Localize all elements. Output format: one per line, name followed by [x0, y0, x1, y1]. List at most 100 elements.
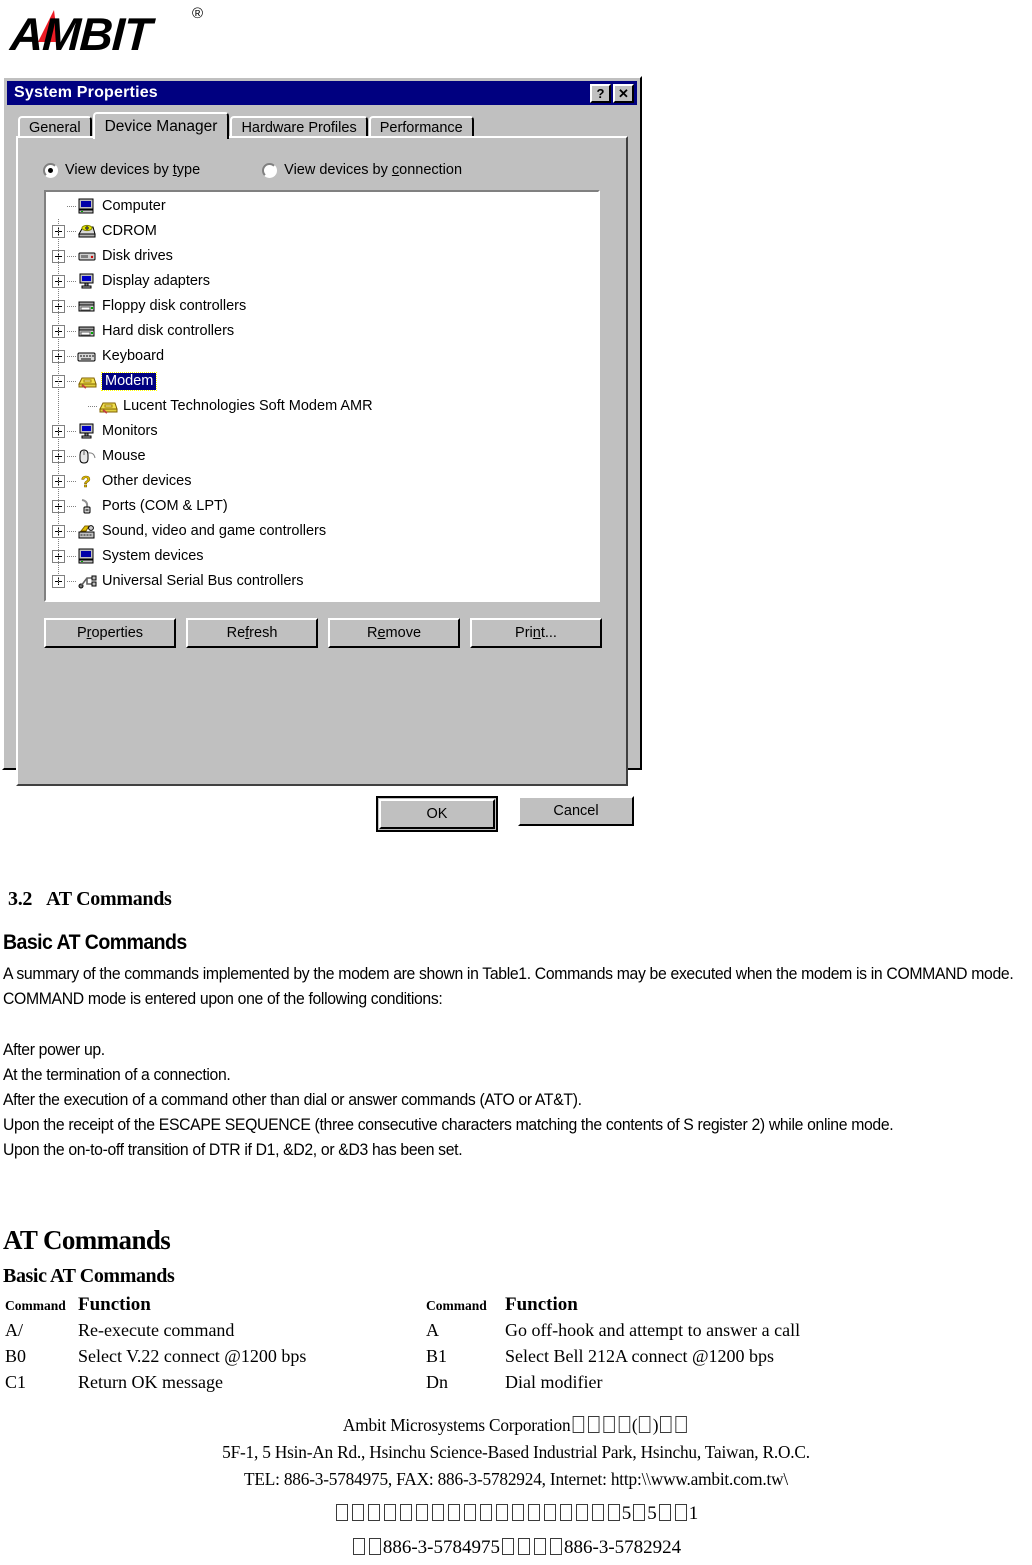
missing-glyph-box — [352, 1538, 365, 1555]
tree-connector — [67, 481, 77, 482]
tree-item-cdrom[interactable]: CDROM — [48, 219, 596, 244]
tree-item-hard-disk-controllers[interactable]: Hard disk controllers — [48, 319, 596, 344]
device-manager-panel: View devices by type View devices by con… — [16, 136, 628, 786]
tree-item-display-adapters[interactable]: Display adapters — [48, 269, 596, 294]
missing-glyph-box — [511, 1504, 524, 1521]
tree-connector — [67, 356, 77, 357]
missing-glyph-box — [572, 1416, 584, 1433]
missing-glyph-box — [368, 1538, 381, 1555]
tree-item-mouse[interactable]: Mouse — [48, 444, 596, 469]
tab-hardware-profiles[interactable]: Hardware Profiles — [230, 116, 368, 138]
refresh-button[interactable]: Re f resh — [186, 618, 318, 648]
missing-glyph-box — [674, 1504, 687, 1521]
tree-item-label: Computer — [102, 198, 166, 215]
print-button[interactable]: Pri n t... — [470, 618, 602, 648]
missing-glyph-box — [463, 1504, 476, 1521]
footer-line-cjk-contact: 886-3-5784975 886-3-5782924 — [0, 1531, 1032, 1565]
ok-button[interactable]: OK — [379, 799, 495, 829]
footer-line-contact: TEL: 886-3-5784975, FAX: 886-3-5782924, … — [244, 1469, 788, 1489]
tab-device-manager[interactable]: Device Manager — [92, 112, 230, 139]
radio-label-connection: View devices by connection — [284, 162, 463, 178]
tree-connector — [67, 231, 77, 232]
cell-command-right: A — [426, 1320, 439, 1340]
cell-function-right: Select Bell 212A connect @1200 bps — [505, 1346, 775, 1366]
tree-vertical-guide — [58, 219, 59, 584]
section-heading-3-2: 3.2 AT Commands — [8, 888, 172, 911]
tree-connector — [67, 456, 77, 457]
tree-item-monitors[interactable]: Monitors — [48, 419, 596, 444]
tab-general[interactable]: General — [18, 116, 92, 138]
tree-connector — [67, 381, 77, 382]
missing-glyph-box — [351, 1504, 364, 1521]
device-tree[interactable]: Computer CDROM Disk drives Display adapters… — [48, 194, 596, 598]
radio-indicator-type[interactable] — [43, 162, 58, 178]
missing-glyph-box — [607, 1504, 620, 1521]
paragraph-summary: A summary of the commands implemented by… — [3, 965, 1014, 1008]
remove-button[interactable]: Re move — [328, 618, 460, 648]
registered-trademark-icon: ® — [192, 5, 203, 22]
missing-glyph-box — [431, 1504, 444, 1521]
tree-item-universal-serial-bus-controllers[interactable]: Universal Serial Bus controllers — [48, 569, 596, 594]
modem-icon — [77, 372, 97, 391]
usb-icon — [77, 572, 97, 591]
view-mode-radio-group: View devices by type View devices by con… — [43, 162, 603, 178]
cancel-button[interactable]: Cancel — [518, 796, 634, 826]
radio-label-type: View devices by type — [65, 162, 201, 178]
tree-item-label: Disk drives — [102, 248, 173, 265]
tree-item-label: Hard disk controllers — [102, 323, 235, 340]
ok-button-default-frame: OK — [376, 796, 498, 832]
tree-item-label: Modem — [100, 372, 158, 391]
harddisk-icon — [77, 322, 97, 341]
radio-view-by-type[interactable]: View devices by type — [43, 162, 200, 178]
tab-performance[interactable]: Performance — [368, 116, 474, 138]
tree-item-system-devices[interactable]: System devices — [48, 544, 596, 569]
radio-view-by-connection[interactable]: View devices by connection — [262, 162, 462, 178]
device-action-buttons: Pr operties Re f resh Re move Pri n t... — [44, 618, 602, 648]
tree-connector — [67, 206, 77, 207]
missing-glyph-box — [383, 1504, 396, 1521]
radio-indicator-connection[interactable] — [262, 162, 278, 178]
tree-item-ports-com-lpt[interactable]: Ports (COM & LPT) — [48, 494, 596, 519]
missing-glyph-box — [675, 1416, 688, 1433]
tree-item-disk-drives[interactable]: Disk drives — [48, 244, 596, 269]
tree-item-lucent-technologies-soft-modem-amr[interactable]: Lucent Technologies Soft Modem AMR — [48, 394, 596, 419]
missing-glyph-box — [587, 1416, 600, 1433]
system-icon — [77, 547, 97, 566]
missing-glyph-box — [603, 1416, 615, 1433]
help-button[interactable]: ? — [590, 83, 611, 103]
computer-icon — [77, 197, 97, 216]
disk-icon — [77, 247, 97, 266]
dialog-titlebar[interactable]: System Properties ? ✕ — [7, 81, 637, 105]
tree-item-modem[interactable]: Modem — [48, 369, 596, 394]
cell-command-right: Dn — [426, 1372, 448, 1392]
close-icon[interactable]: ✕ — [613, 83, 634, 103]
properties-button[interactable]: Pr operties — [44, 618, 176, 648]
tree-item-computer[interactable]: Computer — [48, 194, 596, 219]
question-icon: ? — [77, 472, 97, 492]
tree-item-sound-video-and-game-controllers[interactable]: Sound, video and game controllers — [48, 519, 596, 544]
tree-item-label: Monitors — [102, 423, 158, 440]
tree-item-label: CDROM — [102, 223, 157, 240]
tree-connector — [67, 581, 77, 582]
col-header-function-left: Function — [78, 1294, 151, 1315]
tree-connector — [67, 506, 77, 507]
page-footer: Ambit Microsystems Corporation() 5F-1, 5… — [0, 1412, 1032, 1493]
col-header-command-right: Command — [426, 1298, 487, 1313]
device-tree-container[interactable]: Computer CDROM Disk drives Display adapters… — [44, 190, 600, 602]
tree-item-floppy-disk-controllers[interactable]: Floppy disk controllers — [48, 294, 596, 319]
missing-glyph-box — [527, 1504, 540, 1521]
ambit-logo: AMBIT ® — [8, 2, 268, 64]
tree-connector — [88, 406, 98, 407]
tree-item-label: Display adapters — [102, 273, 210, 290]
tree-item-label: Mouse — [102, 448, 146, 465]
system-properties-dialog: System Properties ? ✕ General Device Man… — [2, 76, 642, 832]
tree-item-other-devices[interactable]: ? Other devices — [48, 469, 596, 494]
cell-function-left: Select V.22 connect @1200 bps — [78, 1346, 307, 1366]
cdrom-icon — [77, 222, 97, 241]
tree-connector — [67, 556, 77, 557]
table-header-row: Command Function Command Function — [0, 1294, 1032, 1320]
tree-item-keyboard[interactable]: Keyboard — [48, 344, 596, 369]
heading-at-commands: AT Commands — [3, 1225, 171, 1255]
tree-item-label: Ports (COM & LPT) — [102, 498, 228, 515]
missing-glyph-box — [479, 1504, 492, 1521]
